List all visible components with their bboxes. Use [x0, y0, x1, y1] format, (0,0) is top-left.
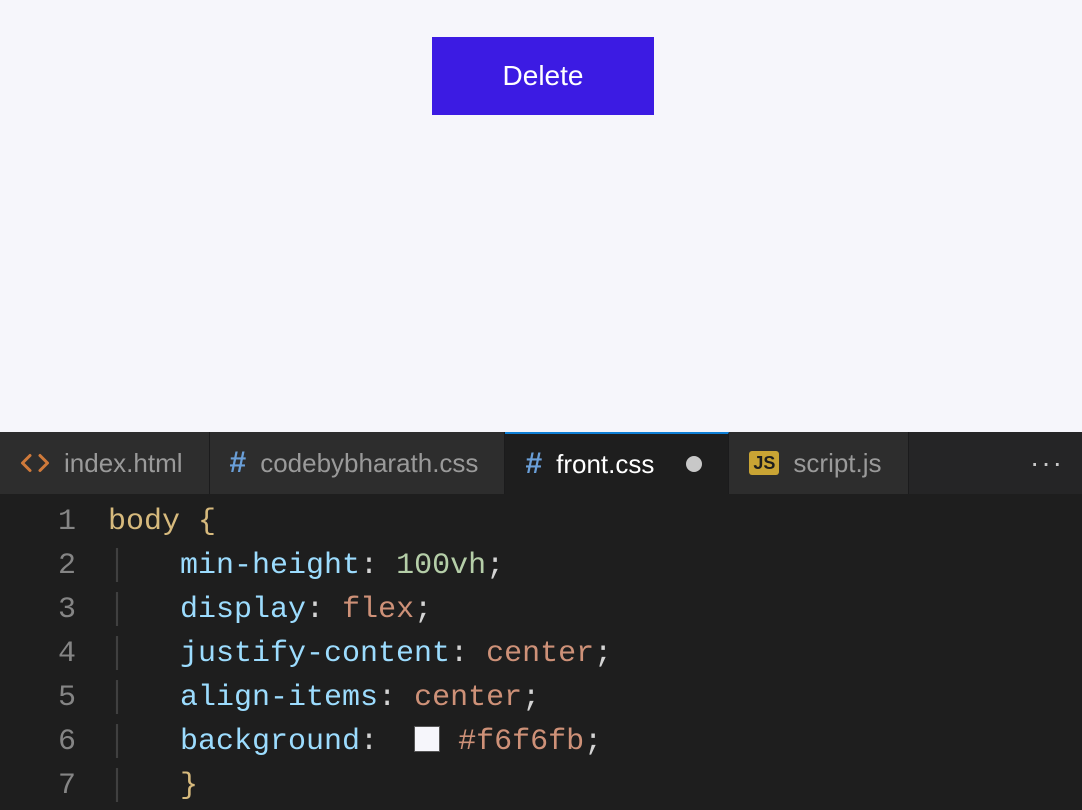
hash-icon: #: [525, 447, 542, 481]
editor-pane: index.html # codebybharath.css # front.c…: [0, 432, 1082, 810]
line-number: 5: [0, 676, 76, 720]
code-line: │ }: [108, 764, 1082, 808]
line-number: 4: [0, 632, 76, 676]
code-line: │ align-items: center;: [108, 676, 1082, 720]
js-icon: JS: [749, 451, 779, 475]
line-number-gutter: 1 2 3 4 5 6 7: [0, 500, 108, 810]
line-number: 1: [0, 500, 76, 544]
code-line: │ background: #f6f6fb;: [108, 720, 1082, 764]
tab-bar: index.html # codebybharath.css # front.c…: [0, 432, 1082, 494]
tab-label: front.css: [556, 449, 654, 480]
line-number: 6: [0, 720, 76, 764]
tab-front-css[interactable]: # front.css: [505, 432, 729, 494]
tab-script-js[interactable]: JS script.js: [729, 432, 908, 494]
tab-label: script.js: [793, 448, 881, 479]
code-line: │ justify-content: center;: [108, 632, 1082, 676]
code-line: │ display: flex;: [108, 588, 1082, 632]
line-number: 7: [0, 764, 76, 808]
tab-label: codebybharath.css: [260, 448, 478, 479]
ellipsis-icon: ···: [1030, 447, 1064, 479]
code-line: body {: [108, 500, 1082, 544]
preview-pane: Delete: [0, 0, 1082, 432]
code-content[interactable]: body { │ min-height: 100vh; │ display: f…: [108, 500, 1082, 810]
tab-overflow-button[interactable]: ···: [1012, 432, 1082, 494]
tab-index-html[interactable]: index.html: [0, 432, 210, 494]
code-area[interactable]: 1 2 3 4 5 6 7 body { │ min-height: 100vh…: [0, 494, 1082, 810]
line-number: 2: [0, 544, 76, 588]
tab-label: index.html: [64, 448, 183, 479]
code-line: │ min-height: 100vh;: [108, 544, 1082, 588]
tab-codebybharath-css[interactable]: # codebybharath.css: [210, 432, 506, 494]
hash-icon: #: [230, 446, 247, 480]
dirty-indicator-icon: [686, 456, 702, 472]
delete-button-label: Delete: [503, 60, 584, 92]
delete-button[interactable]: Delete: [432, 37, 654, 115]
color-swatch-icon: [414, 726, 440, 752]
line-number: 3: [0, 588, 76, 632]
code-icon: [20, 448, 50, 478]
